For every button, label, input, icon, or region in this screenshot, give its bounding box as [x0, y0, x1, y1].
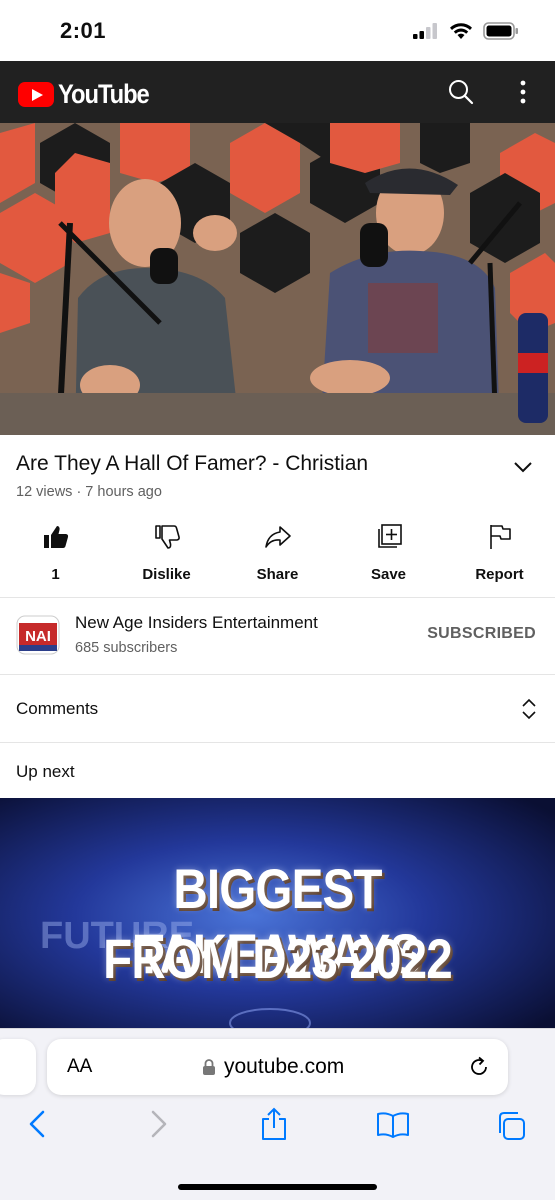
- thumbnail-title-line2: FROM D23 2022: [103, 927, 453, 990]
- channel-subscriber-count: 685 subscribers: [75, 640, 178, 656]
- share-button[interactable]: Share: [222, 520, 333, 596]
- add-to-playlist-icon: [377, 524, 402, 548]
- channel-row[interactable]: NAI New Age Insiders Entertainment 685 s…: [0, 598, 555, 674]
- forward-icon[interactable]: [150, 1109, 168, 1139]
- dislike-label: Dislike: [142, 566, 191, 583]
- comments-label: Comments: [16, 699, 99, 718]
- video-actions: 1 Dislike Share Save Report: [0, 520, 555, 596]
- safari-bottom-bar: AA youtube.com: [0, 1028, 555, 1200]
- channel-name[interactable]: New Age Insiders Entertainment: [75, 613, 318, 633]
- status-time: 2:01: [60, 18, 107, 43]
- chevron-down-icon[interactable]: [512, 456, 534, 478]
- channel-avatar[interactable]: NAI: [16, 615, 60, 655]
- video-meta: 12 views · 7 hours ago: [16, 484, 162, 500]
- text-size-button[interactable]: AA: [67, 1056, 92, 1078]
- url-display[interactable]: youtube.com: [202, 1055, 344, 1079]
- reload-icon[interactable]: [467, 1055, 491, 1079]
- home-indicator: [178, 1184, 377, 1190]
- comments-section[interactable]: Comments: [0, 675, 555, 742]
- address-bar[interactable]: AA youtube.com: [47, 1039, 508, 1095]
- more-vert-icon[interactable]: [516, 79, 530, 105]
- channel-avatar-text: NAI: [25, 628, 51, 645]
- report-button[interactable]: Report: [444, 520, 555, 596]
- expand-collapse-icon[interactable]: [518, 697, 540, 721]
- status-bar: 2:01: [0, 0, 555, 61]
- video-frame: [0, 123, 555, 435]
- subscribe-button[interactable]: SUBSCRIBED: [427, 625, 536, 643]
- tabs-icon[interactable]: [496, 1111, 526, 1141]
- cellular-signal-icon: [413, 23, 437, 39]
- save-label: Save: [370, 566, 407, 583]
- previous-tab-peek[interactable]: [0, 1039, 36, 1095]
- youtube-logo[interactable]: YouTube: [18, 79, 161, 110]
- share-arrow-icon: [264, 526, 291, 548]
- text-size-label: AA: [67, 1056, 93, 1077]
- flag-icon: [489, 525, 511, 549]
- thumbs-down-icon: [154, 525, 180, 549]
- share-label: Share: [256, 566, 299, 583]
- status-icons: [413, 22, 519, 40]
- save-button[interactable]: Save: [333, 520, 444, 596]
- back-icon[interactable]: [28, 1109, 46, 1139]
- video-title[interactable]: Are They A Hall Of Famer? - Christian: [16, 452, 538, 476]
- share-icon[interactable]: [260, 1107, 288, 1141]
- like-count: 1: [51, 566, 60, 583]
- video-info: Are They A Hall Of Famer? - Christian 12…: [16, 452, 538, 500]
- bookmarks-icon[interactable]: [376, 1111, 410, 1139]
- wifi-icon: [450, 23, 472, 39]
- battery-icon: [483, 22, 518, 40]
- dislike-button[interactable]: Dislike: [111, 520, 222, 596]
- url-text: youtube.com: [224, 1055, 345, 1078]
- youtube-header: YouTube: [0, 61, 555, 123]
- report-label: Report: [475, 566, 524, 583]
- up-next-header: Up next: [0, 743, 555, 798]
- thumbs-up-filled-icon: [43, 526, 68, 548]
- up-next-label: Up next: [16, 762, 75, 781]
- youtube-play-icon: [18, 82, 54, 107]
- safari-toolbar: [0, 1107, 555, 1149]
- search-icon[interactable]: [448, 79, 474, 105]
- video-player[interactable]: [0, 123, 555, 435]
- youtube-wordmark: YouTube: [58, 79, 150, 109]
- lock-icon: [203, 1058, 215, 1075]
- like-button[interactable]: 1: [0, 520, 111, 596]
- up-next-thumbnail[interactable]: FUTURE BIGGEST TAKEAWAYS FROM D23 2022: [0, 798, 555, 1033]
